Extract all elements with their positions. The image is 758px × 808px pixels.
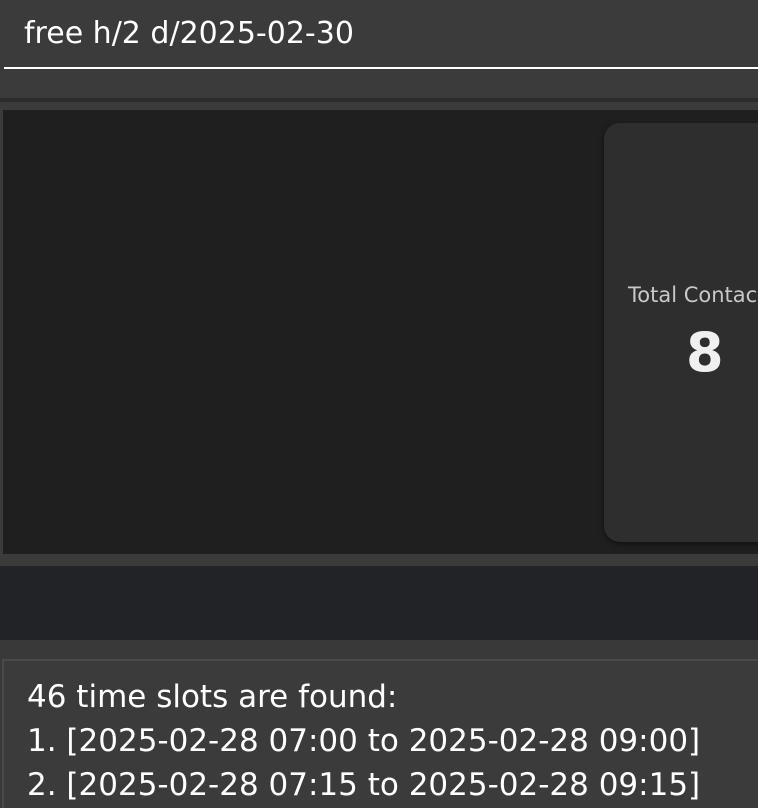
total-contacts-label: Total Contac: [628, 283, 758, 307]
result-line: 46 time slots are found:: [27, 679, 398, 715]
result-line: 2. [2025-02-28 07:15 to 2025-02-28 09:15…: [27, 767, 701, 803]
result-display[interactable]: 46 time slots are found: 1. [2025-02-28 …: [2, 659, 758, 808]
command-input[interactable]: [4, 0, 758, 69]
result-line: 1. [2025-02-28 07:00 to 2025-02-28 09:00…: [27, 723, 701, 759]
main-panel: Total Contac 8: [3, 110, 758, 554]
command-box: [0, 0, 758, 98]
total-contacts-card: Total Contac 8: [604, 123, 758, 542]
status-band: [0, 566, 758, 640]
total-contacts-value: 8: [686, 321, 724, 384]
